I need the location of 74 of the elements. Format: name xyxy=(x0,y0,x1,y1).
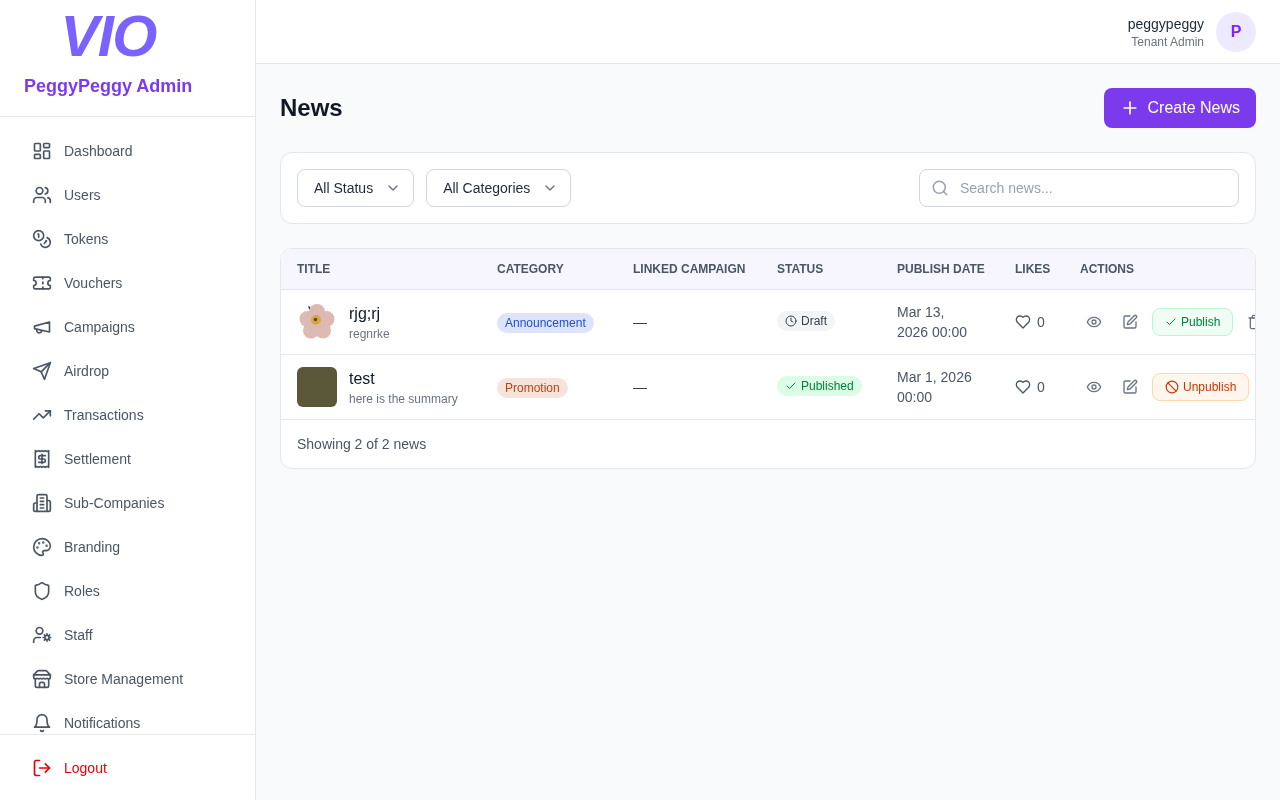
status-text: Draft xyxy=(801,313,827,329)
paper-plane-icon xyxy=(32,361,52,381)
ban-icon xyxy=(1165,380,1179,394)
bell-icon xyxy=(32,713,52,733)
sidebar-item[interactable]: Tokens xyxy=(16,217,239,261)
user-gear-icon xyxy=(32,625,52,645)
news-title: test xyxy=(349,369,376,389)
publish-date: Mar 1, 2026 00:00 xyxy=(897,368,973,407)
eye-icon xyxy=(1086,314,1102,330)
linked-campaign: — xyxy=(633,314,647,330)
sidebar-item[interactable]: Campaigns xyxy=(16,305,239,349)
sidebar-item[interactable]: Transactions xyxy=(16,393,239,437)
user-role: Tenant Admin xyxy=(1131,33,1204,50)
table-footer-text: Showing 2 of 2 news xyxy=(297,436,427,452)
likes-count: 0 xyxy=(1037,313,1045,332)
column-header: PUBLISH DATE xyxy=(881,249,999,290)
users-icon xyxy=(32,185,52,205)
create-news-button[interactable]: Create News xyxy=(1103,88,1256,128)
coins-icon xyxy=(32,229,52,249)
page-title: News xyxy=(280,93,343,123)
edit-icon xyxy=(1122,379,1138,395)
news-summary: regnrke xyxy=(349,326,390,342)
heart-icon xyxy=(1015,314,1031,330)
edit-icon xyxy=(1122,314,1138,330)
sidebar-item[interactable]: Users xyxy=(16,173,239,217)
check-icon xyxy=(1165,316,1177,328)
category-select[interactable]: All Categories xyxy=(426,169,572,207)
unpublish-button[interactable]: Unpublish xyxy=(1152,373,1250,401)
shield-icon xyxy=(32,581,52,601)
user-name: peggypeggy xyxy=(1127,14,1204,34)
sidebar-item[interactable]: Dashboard xyxy=(16,129,239,173)
news-summary: here is the summary xyxy=(349,391,458,407)
column-header: STATUS xyxy=(761,249,881,290)
sidebar-item[interactable]: Staff xyxy=(16,613,239,657)
clock-icon xyxy=(785,315,797,327)
likes-count: 0 xyxy=(1037,378,1045,397)
user-avatar[interactable]: P xyxy=(1216,11,1256,52)
column-header: LINKED CAMPAIGN xyxy=(617,249,761,290)
column-header: ACTIONS xyxy=(1064,249,1255,290)
linked-campaign: — xyxy=(633,379,647,395)
sidebar-item[interactable]: Store Management xyxy=(16,657,239,701)
publish-button[interactable]: Publish xyxy=(1152,308,1234,336)
news-title: rjg;rj xyxy=(349,304,382,324)
category-badge: Promotion xyxy=(497,378,568,398)
sidebar-item[interactable]: Roles xyxy=(16,569,239,613)
publish-date: Mar 13, 2026 00:00 xyxy=(897,303,969,342)
search-field[interactable]: Search news... xyxy=(919,169,1239,207)
sidebar-item[interactable]: Airdrop xyxy=(16,349,239,393)
search-icon xyxy=(931,179,949,197)
heart-icon xyxy=(1015,379,1031,395)
photo-placeholder xyxy=(297,367,337,407)
dollar-receipt-icon xyxy=(32,449,52,469)
app-title: PeggyPeggy Admin xyxy=(24,75,193,98)
sidebar-item[interactable]: Sub-Companies xyxy=(16,481,239,525)
logout-icon xyxy=(32,757,52,778)
store-icon xyxy=(32,669,52,689)
logout-link[interactable]: Logout xyxy=(16,745,123,790)
column-header: TITLE xyxy=(281,249,481,290)
logo: VIO xyxy=(60,7,156,65)
sidebar-item[interactable]: Settlement xyxy=(16,437,239,481)
dashboard-icon xyxy=(32,141,52,161)
ticket-icon xyxy=(32,273,52,293)
status-select[interactable]: All Status xyxy=(297,169,415,207)
check-icon xyxy=(785,380,797,392)
sidebar-item[interactable]: Vouchers xyxy=(16,261,239,305)
palette-icon xyxy=(32,537,52,557)
status-text: Published xyxy=(801,378,854,394)
column-header: LIKES xyxy=(999,249,1064,290)
building-icon xyxy=(32,493,52,513)
sidebar-item[interactable]: Notifications xyxy=(16,701,239,734)
column-header: CATEGORY xyxy=(481,249,617,290)
sidebar-item[interactable]: Branding xyxy=(16,525,239,569)
eye-icon xyxy=(1086,379,1102,395)
category-badge: Announcement xyxy=(497,313,594,333)
